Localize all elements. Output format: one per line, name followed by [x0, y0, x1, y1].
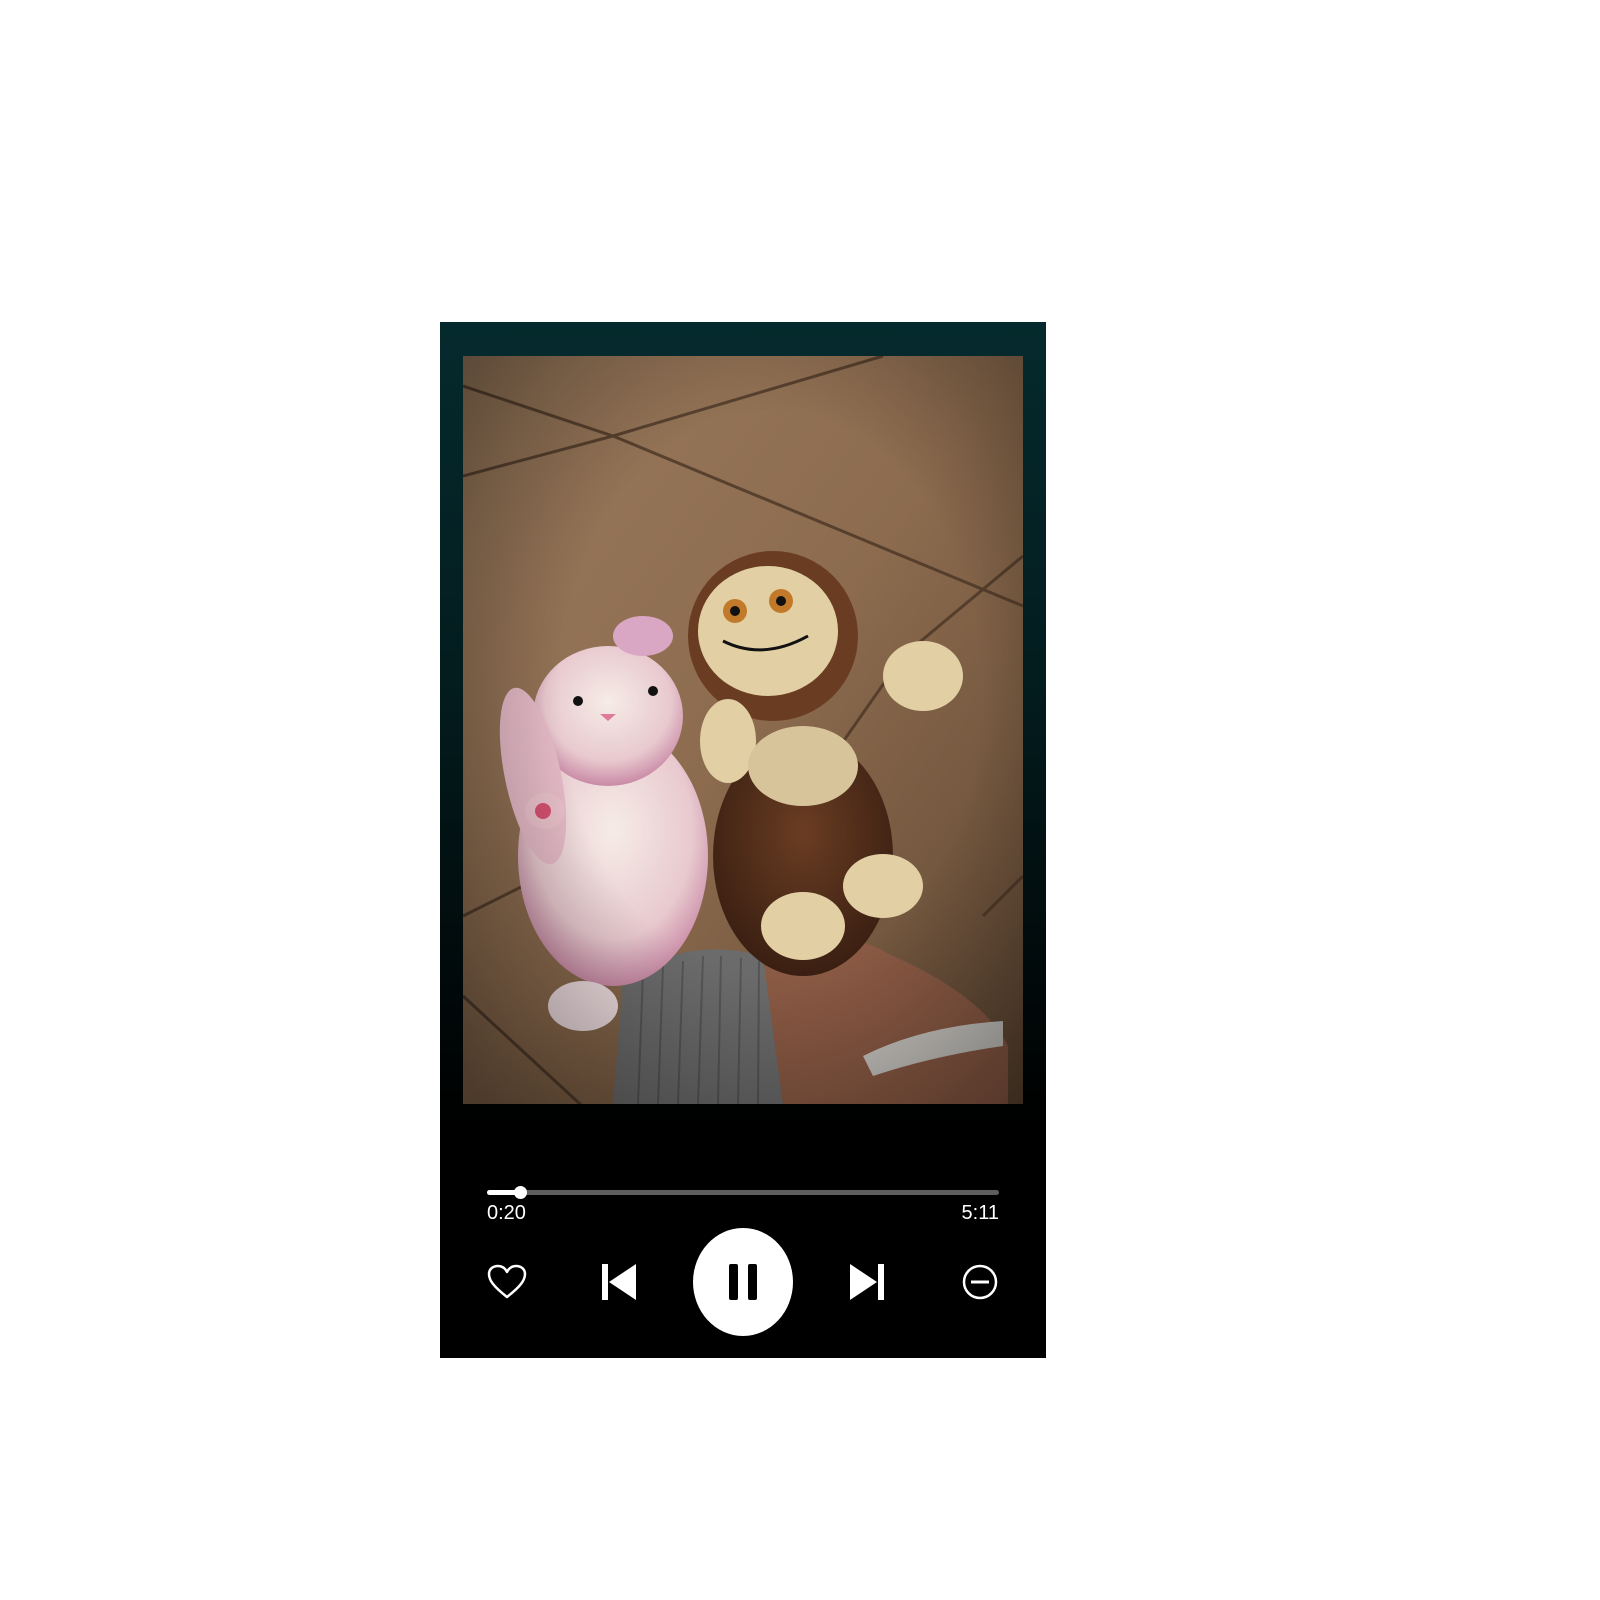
like-button[interactable]	[485, 1260, 529, 1304]
album-artwork	[463, 356, 1023, 1104]
progress-bar[interactable]	[487, 1186, 999, 1199]
artwork-photo	[463, 356, 1023, 1104]
skip-next-icon	[850, 1264, 884, 1300]
previous-track-button[interactable]	[598, 1259, 640, 1305]
music-player-card: 0:20 5:11	[440, 322, 1046, 1358]
pause-icon	[729, 1264, 757, 1300]
total-duration: 5:11	[961, 1202, 999, 1224]
minus-circle-icon	[962, 1264, 998, 1300]
pause-button[interactable]	[693, 1228, 793, 1336]
remove-button[interactable]	[960, 1262, 1000, 1302]
skip-previous-icon	[602, 1264, 636, 1300]
heart-outline-icon	[487, 1264, 527, 1299]
progress-scrubber-handle[interactable]	[514, 1186, 527, 1199]
elapsed-time: 0:20	[487, 1202, 526, 1224]
next-track-button[interactable]	[846, 1259, 888, 1305]
